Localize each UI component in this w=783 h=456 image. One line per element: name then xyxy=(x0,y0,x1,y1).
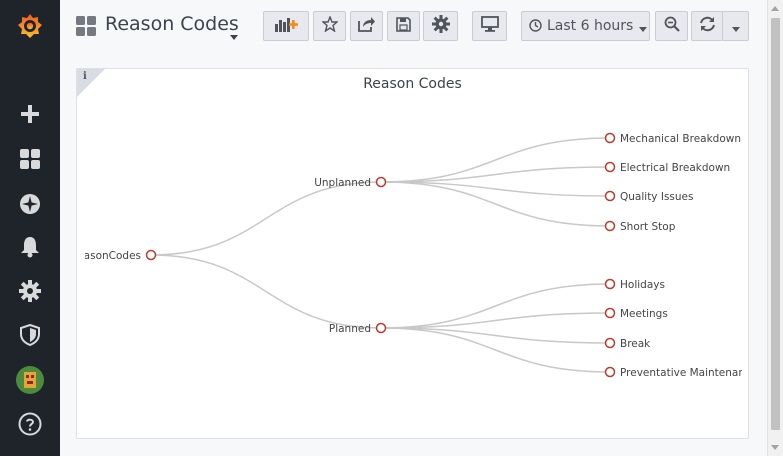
tree-label-leaf: Holidays xyxy=(620,279,665,291)
tree-label-leaf: Preventative Maintenance xyxy=(620,367,748,379)
tree-node-leaf[interactable] xyxy=(604,190,616,202)
share-icon xyxy=(358,16,375,36)
tree-label-leaf: Break xyxy=(620,338,651,350)
tree-label-root: ReasonCodes xyxy=(77,250,141,262)
tree-node-root[interactable] xyxy=(145,249,157,261)
star-icon xyxy=(320,15,339,36)
tree-link xyxy=(150,254,382,329)
add-panel-icon xyxy=(274,16,298,36)
tree-chart: ReasonCodes Unplanned Mechanical Breakdown… xyxy=(77,132,748,379)
tree-label-leaf: Quality Issues xyxy=(620,191,693,203)
tree-node-leaf[interactable] xyxy=(604,132,616,144)
monitor-icon xyxy=(480,16,499,36)
zoom-out-button[interactable] xyxy=(655,11,688,41)
caret-down-icon xyxy=(731,17,740,36)
tree-label-leaf: Meetings xyxy=(620,308,668,320)
tree-node-leaf[interactable] xyxy=(604,337,616,349)
tree-link xyxy=(380,327,611,373)
tree-node-leaf[interactable] xyxy=(604,366,616,378)
refresh-button[interactable] xyxy=(691,11,723,41)
tree-node-branch[interactable] xyxy=(375,322,387,334)
settings-button[interactable] xyxy=(423,11,458,41)
tree-label-leaf: Mechanical Breakdown xyxy=(620,133,741,145)
tree-link xyxy=(380,137,611,183)
sidebar xyxy=(0,0,60,456)
tree-node-leaf[interactable] xyxy=(604,220,616,232)
dashboards-icon[interactable] xyxy=(0,139,60,179)
scroll-thumb[interactable] xyxy=(771,18,780,430)
tree-label-leaf: Electrical Breakdown xyxy=(620,162,730,174)
tree-node-leaf[interactable] xyxy=(604,278,616,290)
time-picker-button[interactable]: Last 6 hours xyxy=(521,11,650,41)
zoom-out-icon xyxy=(664,16,680,36)
save-button[interactable] xyxy=(387,11,420,41)
tree-link xyxy=(150,181,382,256)
dashboard-title[interactable]: Reason Codes xyxy=(105,13,239,35)
share-button[interactable] xyxy=(350,11,383,41)
gear-icon[interactable] xyxy=(0,271,60,311)
bell-icon[interactable] xyxy=(0,227,60,267)
tree-node-leaf[interactable] xyxy=(604,161,616,173)
refresh-interval-button[interactable] xyxy=(722,11,749,41)
explore-icon[interactable] xyxy=(0,184,60,224)
gear-icon xyxy=(431,15,450,37)
panel: i Reason Codes ReasonCodes Unplanned Mecha… xyxy=(76,68,749,439)
tree-label-branch: Unplanned xyxy=(314,177,371,189)
tree-node-branch[interactable] xyxy=(375,176,387,188)
tree-node-leaf[interactable] xyxy=(604,307,616,319)
scroll-up-arrow-icon[interactable] xyxy=(771,6,779,11)
avatar[interactable] xyxy=(0,360,60,400)
tree-link xyxy=(380,283,611,329)
refresh-icon xyxy=(699,16,716,36)
caret-down-icon[interactable] xyxy=(230,25,238,44)
view-mode-button[interactable] xyxy=(472,11,507,41)
help-icon[interactable] xyxy=(0,404,60,444)
star-button[interactable] xyxy=(313,11,346,41)
clock-icon xyxy=(529,17,542,36)
time-range-label: Last 6 hours xyxy=(547,18,634,34)
scroll-down-arrow-icon[interactable] xyxy=(771,445,779,450)
dashboard-grid-icon xyxy=(76,16,96,36)
shield-icon[interactable] xyxy=(0,315,60,355)
tree-label-branch: Planned xyxy=(329,323,371,335)
plus-icon[interactable] xyxy=(0,94,60,134)
tree-label-leaf: Short Stop xyxy=(620,221,676,233)
caret-down-icon xyxy=(639,17,648,36)
save-icon xyxy=(396,16,411,36)
scrollbar[interactable] xyxy=(767,0,783,456)
add-panel-button[interactable] xyxy=(263,11,309,41)
grafana-logo-icon[interactable] xyxy=(0,6,60,46)
